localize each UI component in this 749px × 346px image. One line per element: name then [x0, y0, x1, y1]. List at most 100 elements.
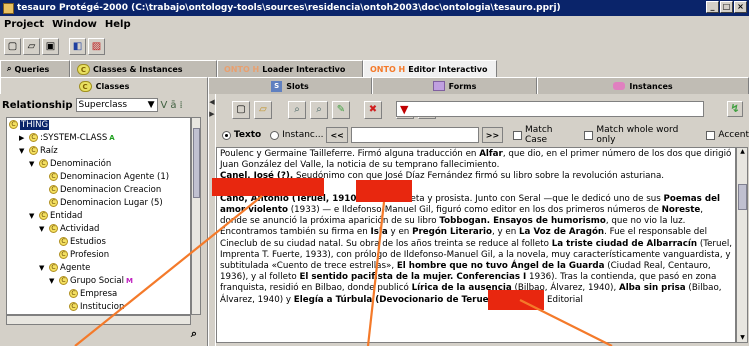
- tree-node-label: Agente: [60, 262, 91, 273]
- search-text-input[interactable]: [350, 127, 479, 143]
- tree-expander-icon[interactable]: ▼: [19, 147, 27, 155]
- tree-node[interactable]: ▼ C Raíz: [19, 145, 58, 156]
- tree-node[interactable]: ▼ C Actividad: [39, 223, 99, 234]
- minimize-button[interactable]: _: [706, 1, 719, 13]
- class-icon: C: [49, 185, 58, 194]
- tree-node[interactable]: C Denominacion Lugar (5): [39, 197, 163, 208]
- document-text-area[interactable]: Poulenc y Germaine Tailleferre. Firmó al…: [216, 147, 736, 343]
- tree-node[interactable]: ▶ C:SYSTEM-CLASS A: [19, 132, 115, 143]
- tab-editor-interactivo[interactable]: ONTO H Editor Interactivo: [363, 60, 497, 77]
- tree-expander-icon[interactable]: ▼: [29, 212, 37, 220]
- text-run: (1933) — e Ildefonso-Manuel Gil, figuró …: [287, 205, 662, 216]
- tree-expander-icon[interactable]: ▼: [49, 277, 57, 285]
- find-icon[interactable]: ⌕: [288, 101, 306, 119]
- instancia-label: Instanc...: [282, 130, 324, 140]
- match-case-label: Match Case: [525, 125, 553, 145]
- tree-node-label: Denominacion Lugar (5): [60, 197, 163, 208]
- tree-node[interactable]: C Profesion: [49, 249, 109, 260]
- search-class-field[interactable]: ▼: [396, 101, 704, 117]
- class-icon: C: [29, 133, 38, 142]
- title-bar: tesauro Protégé-2000 (C:\trabajo\ontolog…: [0, 0, 749, 16]
- find-next-icon[interactable]: ⌕: [310, 101, 328, 119]
- texto-radio[interactable]: [222, 130, 231, 140]
- match-whole-word-checkbox[interactable]: [584, 130, 594, 140]
- text-run-bold: Elegía a Túrbula (Devocionario de Teruel…: [293, 294, 496, 305]
- match-case-checkbox[interactable]: [513, 130, 523, 140]
- instance-icon: [613, 82, 626, 90]
- class-icon: C: [49, 224, 58, 233]
- tab-slots-label: Slots: [286, 81, 309, 91]
- tree-node[interactable]: C Denominacion Creacion: [39, 184, 161, 195]
- binoculars-icon[interactable]: ⌕: [191, 327, 197, 341]
- expand-icon[interactable]: ⁞: [180, 100, 183, 111]
- menu-project[interactable]: Project: [0, 19, 48, 30]
- tree-node[interactable]: C Denominacion Agente (1): [39, 171, 169, 182]
- scroll-thumb[interactable]: [193, 128, 200, 198]
- tab-forms-label: Forms: [448, 81, 477, 91]
- tab-forms[interactable]: Forms: [372, 77, 537, 94]
- delete-class-icon[interactable]: ā: [170, 100, 176, 111]
- text-run-bold: Alba sin prisa: [618, 283, 686, 294]
- collapse-left-icon[interactable]: ◀: [209, 98, 214, 106]
- text-run-bold: Isla: [370, 227, 388, 238]
- panel-splitter[interactable]: ◀ ▶: [209, 94, 215, 346]
- scroll-down-icon[interactable]: ▼: [738, 334, 747, 342]
- class-marker: A: [109, 133, 115, 142]
- tab-instances[interactable]: Instances: [537, 77, 749, 94]
- tree-expander-icon[interactable]: ▶: [19, 134, 27, 142]
- go-icon[interactable]: ↯: [727, 101, 743, 117]
- tree-node[interactable]: C THING: [9, 119, 50, 130]
- tab-classes-instances[interactable]: C Classes & Instances: [70, 60, 217, 77]
- menu-window[interactable]: Window: [48, 19, 101, 30]
- tab-classes[interactable]: C Classes: [0, 77, 208, 94]
- paste-icon[interactable]: ▨: [88, 37, 105, 55]
- tree-node[interactable]: C Institucion: [59, 301, 124, 312]
- tree-horizontal-scrollbar[interactable]: [6, 315, 191, 325]
- new-icon[interactable]: ▢: [4, 37, 21, 55]
- next-match-button[interactable]: >>: [481, 127, 504, 143]
- tab-loader-interactivo[interactable]: ONTO H Loader Interactivo: [217, 60, 363, 77]
- text-vertical-scrollbar[interactable]: ▲ ▼: [736, 147, 748, 343]
- filter-v-icon[interactable]: V: [161, 100, 168, 111]
- save-icon[interactable]: ▣: [42, 37, 59, 55]
- class-icon: C: [77, 63, 90, 75]
- accent-checkbox[interactable]: [706, 130, 716, 140]
- open-icon[interactable]: ▱: [23, 37, 40, 55]
- tree-node[interactable]: C Estudios: [49, 236, 106, 247]
- text-run: Seudónimo con que José Díaz Fernández fi…: [293, 171, 665, 182]
- tree-node-label: Denominacion Agente (1): [60, 171, 170, 182]
- annotate-icon[interactable]: ✎: [332, 101, 350, 119]
- tree-node[interactable]: ▼ C Denominación: [29, 158, 111, 169]
- tree-expander-icon[interactable]: ▼: [39, 264, 47, 272]
- window-title: tesauro Protégé-2000 (C:\trabajo\ontolog…: [17, 3, 561, 13]
- tree-node-label: Actividad: [60, 223, 100, 234]
- instancia-radio[interactable]: [270, 130, 280, 140]
- tree-node[interactable]: ▼ C Grupo Social M: [49, 275, 133, 286]
- accent-label: Accent: [718, 130, 749, 140]
- tab-slots[interactable]: S Slots: [208, 77, 372, 94]
- scroll-up-icon[interactable]: ▲: [738, 148, 747, 156]
- relationship-select[interactable]: Superclass ▼: [75, 98, 158, 112]
- scroll-thumb[interactable]: [738, 184, 747, 210]
- menu-help[interactable]: Help: [101, 19, 135, 30]
- slot-icon: S: [271, 80, 283, 92]
- main-tabs: ⌕ Queries C Classes & Instances ONTO H L…: [0, 60, 749, 77]
- class-icon: C: [39, 159, 48, 168]
- tree-vertical-scrollbar[interactable]: [191, 117, 201, 315]
- new-document-icon[interactable]: ▢: [232, 101, 250, 119]
- tree-node[interactable]: ▼ C Entidad: [29, 210, 82, 221]
- tree-node[interactable]: ▼ C Agente: [39, 262, 90, 273]
- tree-expander-icon[interactable]: ▼: [29, 160, 37, 168]
- texto-label: Texto: [233, 130, 262, 140]
- tree-node[interactable]: C Empresa: [59, 288, 117, 299]
- cut-icon[interactable]: ◧: [69, 37, 86, 55]
- open-folder-icon[interactable]: ▱: [254, 101, 272, 119]
- close-button[interactable]: ×: [734, 1, 747, 13]
- tree-expander-icon[interactable]: ▼: [39, 225, 47, 233]
- collapse-right-icon[interactable]: ▶: [209, 110, 214, 118]
- maximize-button[interactable]: □: [720, 1, 733, 13]
- prev-match-button[interactable]: <<: [326, 127, 348, 143]
- text-paragraph: Cano, Antonio (Teruel, 1910 - 1944). Poe…: [220, 194, 732, 306]
- delete-annotation-icon[interactable]: ✖: [364, 101, 382, 119]
- tab-queries[interactable]: ⌕ Queries: [0, 60, 70, 77]
